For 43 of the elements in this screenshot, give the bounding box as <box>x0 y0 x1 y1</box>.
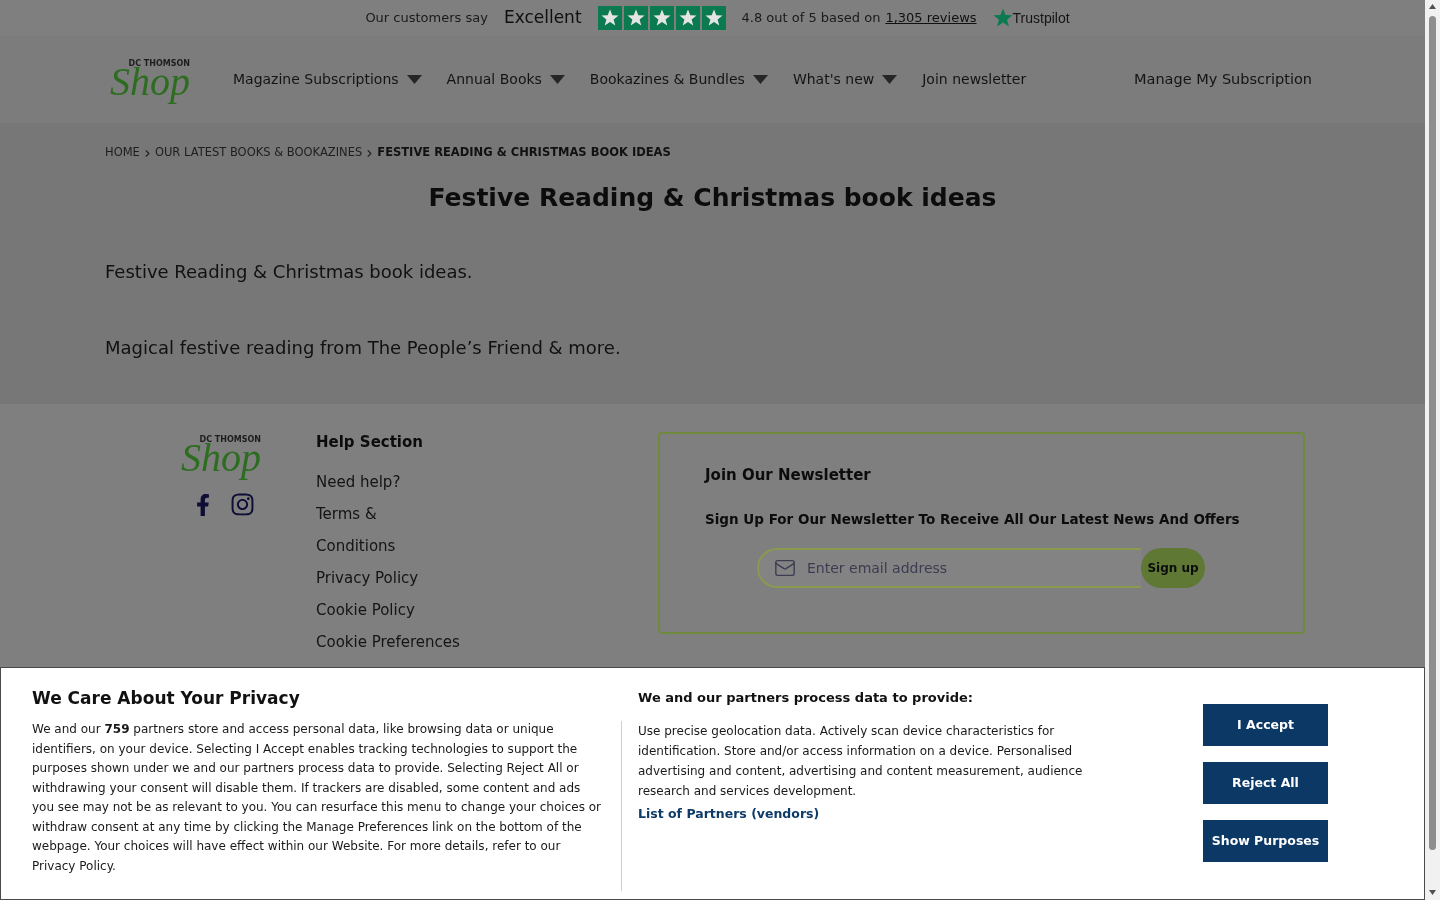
email-field[interactable]: Enter email address <box>757 548 1141 588</box>
help-link[interactable]: Terms & Conditions <box>316 498 396 562</box>
customers-say-text: Our customers say <box>365 9 488 28</box>
breadcrumb-link[interactable]: HOME <box>105 144 140 162</box>
cookie-description: We and our 759 partners store and access personal data, like browsing data or unique identifiers, on your device. Selecting I Accept enables tracking technologies to support the purposes shown under we and our partners process data to provide. Selecting Reject All or withdrawing your consent will disable them. If trackers are disabled, some content and ads you see may not be as relevant to you. You can resurface this menu to change your choices or withdraw consent at any time by clicking the Manage Preferences link on the bottom of the webpage. Your choices will have effect within our Website. For more details, refer to our Privacy Policy. <box>32 721 602 875</box>
newsletter-title: Join Our Newsletter <box>705 465 872 486</box>
nav-menu-item[interactable]: Magazine Subscriptions <box>233 69 422 90</box>
cookie-title: We Care About Your Privacy <box>32 687 301 710</box>
help-link[interactable]: Cookie Preferences <box>316 626 460 658</box>
rating-word: Excellent <box>503 6 582 30</box>
caret-icon <box>406 75 422 84</box>
purposes-heading: We and our partners process data to provide: <box>637 689 974 707</box>
purposes-text: Use precise geolocation data. Actively scan device characteristics for identification. Store and/or access information on a device. Personalised advertising and content, advertising and content measurement, audience research and services development. <box>638 723 1084 800</box>
consent-button[interactable]: I Accept <box>1203 704 1328 746</box>
mail-icon <box>774 557 796 579</box>
nav-menu-item[interactable]: What's new <box>792 69 898 90</box>
intro-paragraph: Festive Reading & Christmas book ideas. <box>105 260 474 284</box>
nav-menu-item[interactable]: Join newsletter <box>922 69 1027 90</box>
caret-icon <box>752 75 768 84</box>
consent-button[interactable]: Show Purposes <box>1203 820 1328 862</box>
help-link[interactable]: Need help? <box>316 466 401 498</box>
breadcrumb-link[interactable]: OUR LATEST BOOKS & BOOKAZINES <box>154 144 363 162</box>
trustpilot-star-icon <box>992 8 1013 28</box>
intro-paragraph: Magical festive reading from The People’s Friend & more. <box>105 336 622 360</box>
sign-up-button[interactable]: Sign up <box>1141 548 1205 588</box>
nav-menu-item[interactable]: Bookazines & Bundles <box>589 69 768 90</box>
nav-menu-item[interactable]: Annual Books <box>446 69 565 90</box>
help-heading: Help Section <box>316 432 424 452</box>
caret-icon <box>882 75 898 84</box>
help-link[interactable]: Privacy Policy <box>316 562 419 594</box>
scrollbar[interactable] <box>1425 0 1440 900</box>
rating-summary: 4.8 out of 5 based on <box>741 9 881 28</box>
page-title: Festive Reading & Christmas book ideas <box>427 182 998 214</box>
breadcrumb-link[interactable]: FESTIVE READING & CHRISTMAS BOOK IDEAS <box>377 144 671 162</box>
consent-button[interactable]: Reject All <box>1203 762 1328 804</box>
instagram-icon[interactable] <box>230 492 255 517</box>
trustpilot-brand: Trustpilot <box>1012 8 1070 28</box>
manage-subscription-link[interactable]: Manage My Subscription <box>1134 68 1312 91</box>
partners-link[interactable]: List of Partners (vendors) <box>638 805 820 824</box>
newsletter-subtitle: Sign Up For Our Newsletter To Receive All Our Latest News And Offers <box>705 510 1241 529</box>
help-link[interactable]: Cookie Policy <box>316 594 415 626</box>
caret-icon <box>549 75 565 84</box>
reviews-link[interactable]: 1,305 reviews <box>885 8 977 28</box>
